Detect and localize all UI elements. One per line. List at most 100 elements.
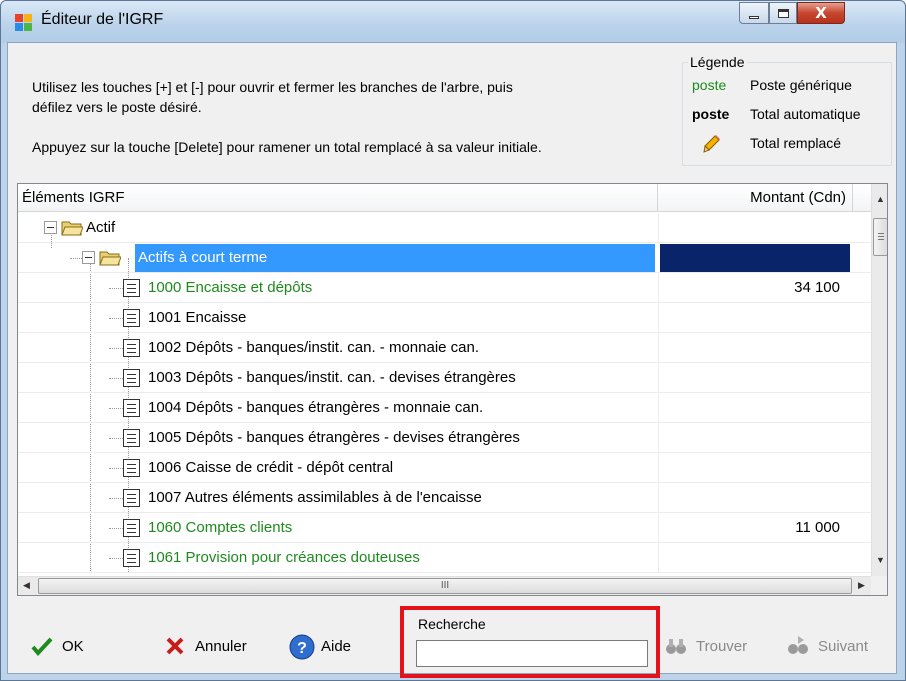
pencil-icon: [692, 133, 750, 154]
tree-row-label: 1005 Dépôts - banques étrangères - devis…: [148, 429, 520, 446]
tree-row-amount[interactable]: [658, 423, 840, 453]
next-button[interactable]: Suivant: [786, 632, 868, 660]
tree-row-1007[interactable]: 1007 Autres éléments assimilables à de l…: [18, 483, 871, 513]
document-icon: [123, 309, 140, 327]
tree-row-amount[interactable]: [658, 243, 840, 273]
document-icon: [123, 489, 140, 507]
open-folder-icon: [61, 221, 83, 236]
close-icon: X: [815, 4, 827, 22]
vertical-scroll-thumb[interactable]: [873, 218, 887, 256]
scroll-left-icon[interactable]: ◀: [23, 580, 30, 591]
legend-item-replaced-total: Total remplacé: [692, 133, 892, 154]
tree-row-label: Actifs à court terme: [138, 249, 268, 266]
title-bar[interactable]: Éditeur de l'IGRF X: [1, 1, 905, 43]
tree-row-amount[interactable]: [658, 213, 840, 243]
search-input[interactable]: [416, 640, 648, 667]
tree-row-label: Actif: [86, 219, 116, 236]
ok-button[interactable]: OK: [30, 632, 84, 660]
tree-row-amount[interactable]: [658, 333, 840, 363]
collapse-toggle-icon[interactable]: [82, 251, 95, 264]
scroll-right-icon[interactable]: ▶: [858, 580, 865, 591]
find-label: Trouver: [696, 637, 748, 655]
tree-row-1004[interactable]: 1004 Dépôts - banques étrangères - monna…: [18, 393, 871, 423]
scroll-up-icon[interactable]: ▲: [876, 194, 885, 204]
column-header-items[interactable]: Éléments IGRF: [18, 184, 658, 212]
instructions-line-3: Appuyez sur la touche [Delete] pour rame…: [32, 139, 542, 155]
maximize-button[interactable]: [769, 2, 797, 24]
document-icon: [123, 369, 140, 387]
tree-row-label: 1007 Autres éléments assimilables à de l…: [148, 489, 482, 506]
collapse-toggle-icon[interactable]: [44, 221, 57, 234]
search-label: Recherche: [418, 616, 486, 632]
tree-row-label: 1003 Dépôts - banques/instit. can. - dev…: [148, 369, 516, 386]
tree-row-amount[interactable]: [658, 303, 840, 333]
tree-row-1060[interactable]: 1060 Comptes clients 11 000: [18, 513, 871, 543]
find-next-icon: [786, 634, 810, 658]
search-highlight-box: Recherche: [400, 606, 660, 678]
tree-row-amount[interactable]: [658, 393, 840, 423]
igrf-tree-grid[interactable]: Éléments IGRF Montant (Cdn) Actif Actifs…: [17, 183, 888, 596]
help-label: Aide: [321, 637, 352, 655]
legend-item-generic: poste Poste générique: [692, 75, 892, 95]
horizontal-scrollbar[interactable]: ◀ III ▶: [18, 576, 871, 595]
instructions-line-1: Utilisez les touches [+] et [-] pour ouv…: [32, 79, 513, 95]
find-button[interactable]: Trouver: [664, 632, 747, 660]
tree-row-amount[interactable]: 11 000: [658, 513, 840, 543]
tree-row-label: 1002 Dépôts - banques/instit. can. - mon…: [148, 339, 480, 356]
ok-label: OK: [62, 637, 84, 655]
minimize-icon: [749, 15, 759, 19]
binoculars-icon: [664, 634, 688, 658]
vertical-scrollbar[interactable]: ▲ ▼: [871, 184, 887, 576]
tree-row-amount[interactable]: 34 100: [658, 273, 840, 303]
document-icon: [123, 339, 140, 357]
document-icon: [123, 549, 140, 567]
tree-row-1002[interactable]: 1002 Dépôts - banques/instit. can. - mon…: [18, 333, 871, 363]
open-folder-icon: [99, 251, 121, 266]
document-icon: [123, 459, 140, 477]
tree-row-label: 1060 Comptes clients: [148, 519, 293, 536]
cancel-x-icon: [163, 634, 187, 658]
instructions: Utilisez les touches [+] et [-] pour ouv…: [32, 77, 672, 157]
tree-row-1000[interactable]: 1000 Encaisse et dépôts 34 100: [18, 273, 871, 303]
tree-row-label: 1061 Provision pour créances douteuses: [148, 549, 420, 566]
tree-row-1006[interactable]: 1006 Caisse de crédit - dépôt central: [18, 453, 871, 483]
tree-rows: Actif Actifs à court terme 1000 Encaisse…: [18, 213, 871, 573]
tree-row-1005[interactable]: 1005 Dépôts - banques étrangères - devis…: [18, 423, 871, 453]
legend-item-auto-total: poste Total automatique: [692, 104, 892, 124]
tree-row-1061[interactable]: 1061 Provision pour créances douteuses: [18, 543, 871, 573]
help-button[interactable]: ? Aide: [289, 632, 351, 660]
app-icon: [15, 14, 32, 31]
legend-desc-generic: Poste générique: [750, 77, 852, 93]
legend-desc-replaced-total: Total remplacé: [750, 135, 842, 151]
checkmark-icon: [30, 634, 54, 658]
tree-row-actifs-court-terme[interactable]: Actifs à court terme: [18, 243, 871, 273]
instructions-line-2: défilez vers le poste désiré.: [32, 99, 202, 115]
legend-desc-auto-total: Total automatique: [750, 106, 861, 122]
horizontal-scroll-thumb[interactable]: III: [38, 578, 852, 594]
column-header-amount[interactable]: Montant (Cdn): [658, 184, 853, 212]
tree-row-actif[interactable]: Actif: [18, 213, 871, 243]
tree-row-1003[interactable]: 1003 Dépôts - banques/instit. can. - dev…: [18, 363, 871, 393]
tree-row-amount[interactable]: [658, 363, 840, 393]
legend-title: Légende: [688, 54, 747, 70]
scroll-down-icon[interactable]: ▼: [876, 555, 885, 565]
tree-row-label: 1006 Caisse de crédit - dépôt central: [148, 459, 394, 476]
document-icon: [123, 279, 140, 297]
tree-row-1001[interactable]: 1001 Encaisse: [18, 303, 871, 333]
window-title: Éditeur de l'IGRF: [41, 11, 164, 28]
tree-row-amount[interactable]: [658, 483, 840, 513]
tree-row-amount[interactable]: [658, 453, 840, 483]
help-icon: ?: [289, 634, 315, 660]
document-icon: [123, 429, 140, 447]
minimize-button[interactable]: [739, 2, 769, 24]
legend-sample-generic: poste: [692, 77, 727, 93]
close-button[interactable]: X: [797, 2, 845, 24]
cancel-label: Annuler: [195, 637, 247, 655]
svg-text:?: ?: [297, 640, 307, 657]
tree-row-amount[interactable]: [658, 543, 840, 573]
tree-row-label: 1000 Encaisse et dépôts: [148, 279, 313, 296]
legend-box: Légende poste Poste générique poste Total …: [682, 54, 892, 166]
cancel-button[interactable]: Annuler: [163, 632, 247, 660]
maximize-icon: [777, 8, 789, 18]
next-label: Suivant: [818, 637, 869, 655]
